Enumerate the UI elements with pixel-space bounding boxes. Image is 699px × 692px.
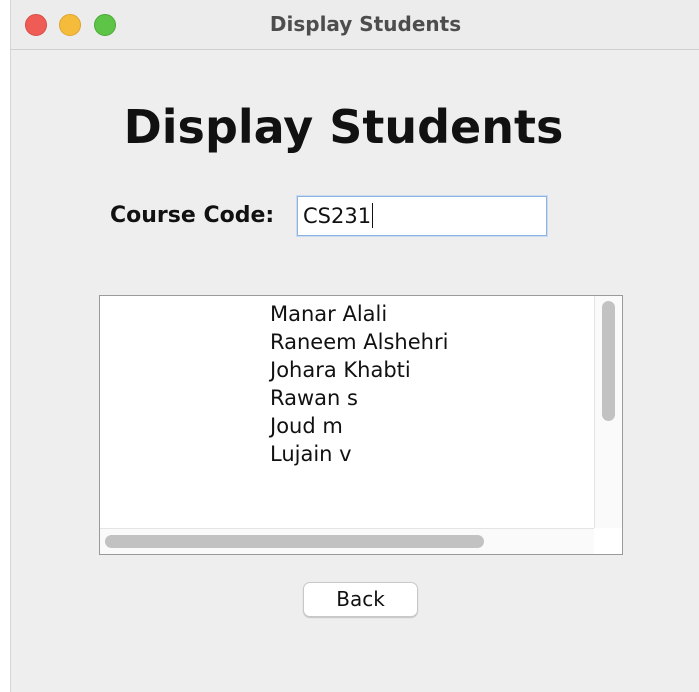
app-window: Display Students Display Students Course… xyxy=(10,0,699,692)
student-list-item[interactable]: Johara Khabti xyxy=(270,356,448,384)
page-heading: Display Students xyxy=(123,100,564,154)
horizontal-scrollbar[interactable] xyxy=(100,528,594,554)
student-list-item[interactable]: Lujain v xyxy=(270,440,448,468)
back-button[interactable]: Back xyxy=(303,582,418,617)
student-list-item[interactable]: Manar Alali xyxy=(270,300,448,328)
student-list-item[interactable]: Joud m xyxy=(270,412,448,440)
course-code-label: Course Code: xyxy=(110,203,275,228)
horizontal-scroll-thumb[interactable] xyxy=(105,535,484,548)
students-list[interactable]: Manar Alali Raneem Alshehri Johara Khabti R… xyxy=(99,295,623,555)
student-list-items: Manar Alali Raneem Alshehri Johara Khabti R… xyxy=(270,300,448,468)
course-code-value: CS231 xyxy=(303,204,372,228)
window-title: Display Students xyxy=(269,12,462,36)
vertical-scroll-thumb[interactable] xyxy=(602,301,615,421)
title-bar[interactable]: Display Students xyxy=(11,0,699,50)
vertical-scrollbar[interactable] xyxy=(594,296,622,528)
scroll-corner xyxy=(594,528,622,554)
student-list-item[interactable]: Raneem Alshehri xyxy=(270,328,448,356)
student-list-item[interactable]: Rawan s xyxy=(270,384,448,412)
course-code-input[interactable]: CS231 xyxy=(297,196,547,236)
text-cursor xyxy=(372,203,374,228)
